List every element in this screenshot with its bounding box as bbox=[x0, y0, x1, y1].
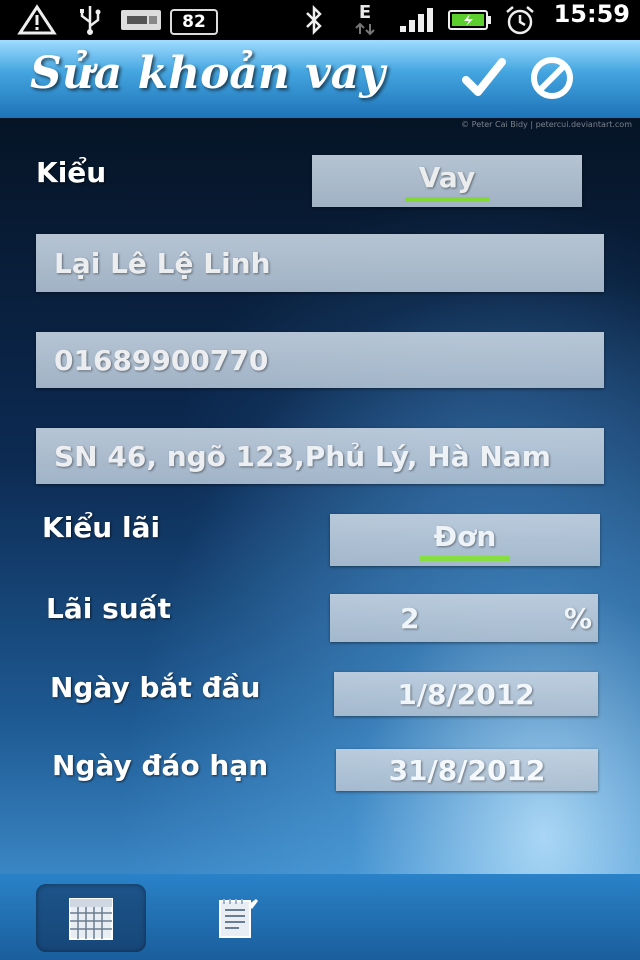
interest-type-label: Kiểu lãi bbox=[42, 511, 161, 544]
type-select-value: Vay bbox=[404, 161, 490, 202]
page-title: Sửa khoản vay bbox=[30, 48, 385, 99]
rate-label: Lãi suất bbox=[46, 592, 171, 625]
edge-data-icon: E bbox=[350, 0, 380, 40]
confirm-button[interactable] bbox=[456, 50, 512, 106]
bluetooth-icon bbox=[300, 0, 328, 40]
tab-calendar[interactable] bbox=[36, 884, 146, 952]
interest-type-select-value: Đơn bbox=[419, 520, 511, 561]
type-select[interactable]: Vay bbox=[312, 155, 582, 207]
warning-icon bbox=[14, 0, 60, 40]
battery-icon bbox=[444, 0, 494, 40]
title-bar: Sửa khoản vay bbox=[0, 40, 640, 118]
network-type-label: E bbox=[358, 2, 372, 23]
usb-icon bbox=[72, 0, 108, 40]
usb-storage-icon bbox=[118, 0, 164, 40]
cancel-button[interactable] bbox=[524, 50, 580, 106]
watermark: © Peter Cai Bidy | petercui.deviantart.c… bbox=[461, 120, 632, 129]
form-area: © Peter Cai Bidy | petercui.deviantart.c… bbox=[0, 118, 640, 874]
bottom-bar bbox=[0, 874, 640, 960]
alarm-icon bbox=[500, 0, 540, 40]
calendar-icon bbox=[69, 898, 113, 940]
start-date-field[interactable]: 1/8/2012 bbox=[334, 672, 598, 716]
start-date-label: Ngày bắt đầu bbox=[50, 671, 261, 704]
status-bar: 82 E 15:59 bbox=[0, 0, 640, 40]
interest-type-select[interactable]: Đơn bbox=[330, 514, 600, 566]
notes-icon bbox=[219, 899, 258, 938]
tab-notes[interactable] bbox=[182, 884, 292, 952]
battery-badge: 82 bbox=[170, 9, 218, 35]
due-date-label: Ngày đáo hạn bbox=[52, 749, 269, 782]
rate-field[interactable]: 2 % bbox=[330, 594, 598, 642]
name-field[interactable]: Lại Lê Lệ Linh bbox=[36, 234, 604, 292]
checkmark-icon bbox=[462, 58, 506, 96]
address-field[interactable]: SN 46, ngõ 123,Phủ Lý, Hà Nam bbox=[36, 428, 604, 484]
cancel-icon bbox=[531, 57, 573, 99]
rate-value: 2 bbox=[400, 601, 420, 635]
clock: 15:59 bbox=[553, 0, 630, 28]
phone-field[interactable]: 01689900770 bbox=[36, 332, 604, 388]
type-label: Kiểu bbox=[36, 156, 107, 189]
due-date-field[interactable]: 31/8/2012 bbox=[336, 749, 598, 791]
rate-unit: % bbox=[563, 601, 592, 635]
signal-icon bbox=[396, 0, 436, 40]
